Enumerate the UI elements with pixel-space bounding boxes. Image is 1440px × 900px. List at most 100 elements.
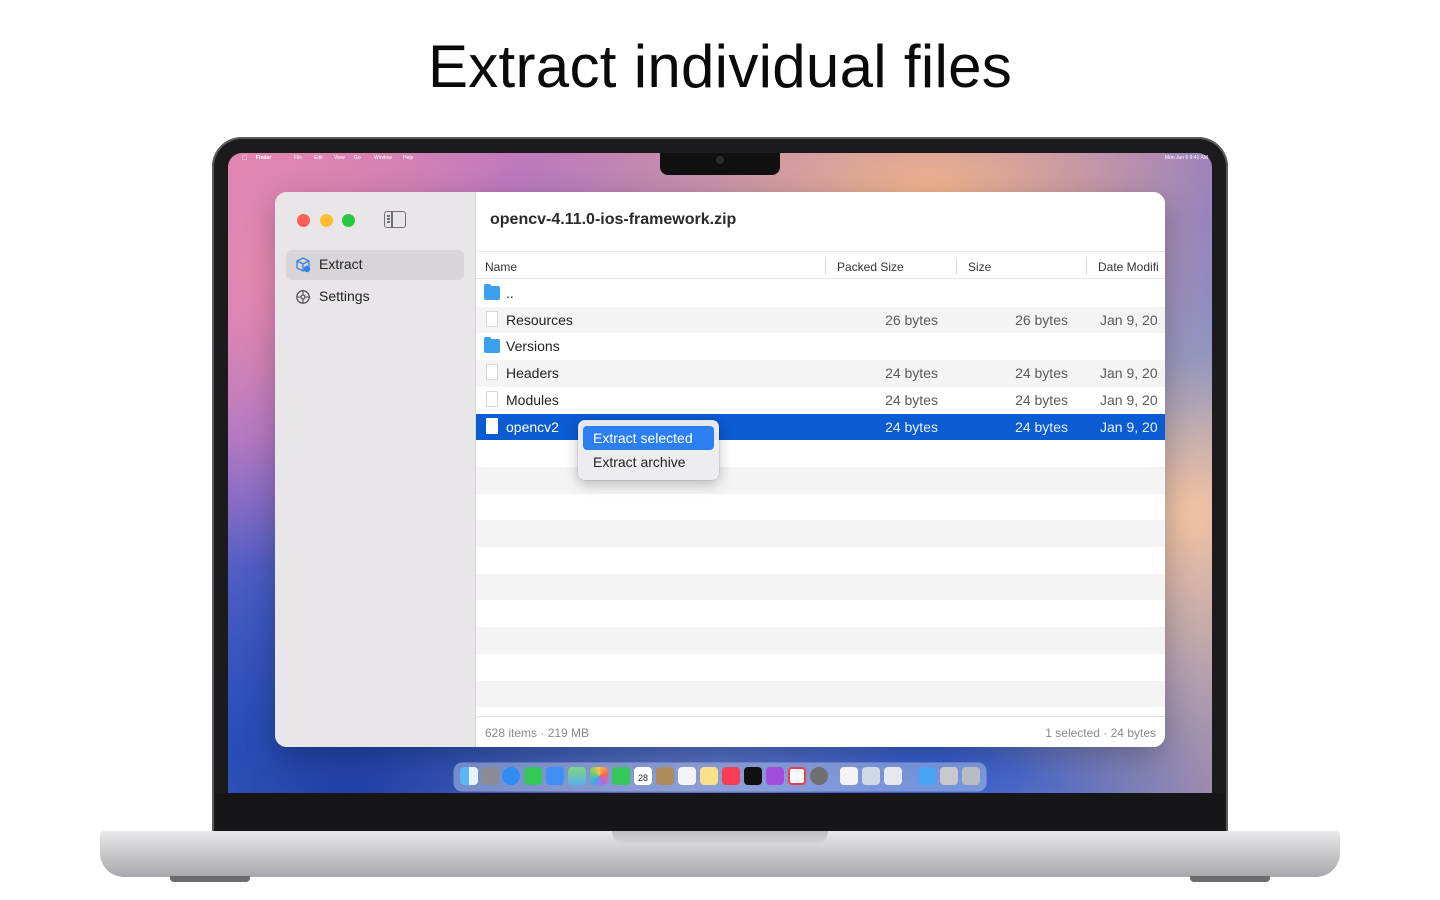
sidebar-item-label: Settings: [319, 288, 370, 304]
menu-window[interactable]: Window: [374, 155, 392, 161]
laptop-foot: [170, 876, 250, 882]
file-list: .. Resources 26 bytes 26 bytes Jan 9, 20…: [476, 280, 1165, 716]
close-button[interactable]: [297, 214, 310, 227]
music-icon[interactable]: [722, 767, 740, 785]
messages-icon[interactable]: [524, 767, 542, 785]
app-icon[interactable]: [884, 767, 902, 785]
date-modified: Jan 9, 20: [1100, 391, 1158, 408]
table-row[interactable]: Modules 24 bytes 24 bytes Jan 9, 20: [476, 387, 1165, 414]
sidebar-item-settings[interactable]: Settings: [286, 282, 464, 312]
file-icon: [486, 417, 498, 434]
row-stripe: [476, 627, 1165, 654]
date-modified: Jan 9, 20: [1100, 311, 1158, 328]
apple-icon[interactable]: : [242, 155, 247, 162]
finder-icon[interactable]: [460, 767, 478, 785]
mail-icon[interactable]: [546, 767, 564, 785]
folder-icon: [484, 337, 500, 354]
packed-size: 24 bytes: [885, 365, 938, 382]
file-icon: [486, 310, 498, 327]
folder-icon: [484, 284, 500, 300]
window-title: opencv-4.11.0-ios-framework.zip: [490, 211, 737, 228]
menu-go[interactable]: Go: [354, 155, 361, 161]
extract-icon: [296, 257, 311, 273]
laptop-foot: [1190, 876, 1270, 882]
app-window: Extract Settings opencv-4.11.0-ios-frame…: [275, 192, 1165, 747]
archive-icon[interactable]: [940, 767, 958, 785]
laptop-chin: [215, 793, 1225, 833]
camera-icon: [716, 156, 724, 164]
safari-icon[interactable]: [502, 767, 520, 785]
column-name[interactable]: Name: [485, 260, 517, 274]
file-size: 26 bytes: [1015, 311, 1068, 328]
menu-help[interactable]: Help: [403, 155, 413, 161]
extract-archive-menu-item[interactable]: Extract archive: [583, 450, 714, 474]
tv-icon[interactable]: [744, 767, 762, 785]
file-icon: [486, 364, 498, 381]
status-bar: 628 items · 219 MB 1 selected · 24 bytes: [476, 716, 1165, 747]
news-icon[interactable]: [788, 767, 806, 785]
column-divider[interactable]: [825, 258, 826, 274]
packed-size: 24 bytes: [885, 391, 938, 408]
column-size[interactable]: Size: [968, 260, 991, 274]
extract-selected-menu-item[interactable]: Extract selected: [583, 426, 714, 450]
preview-icon[interactable]: [862, 767, 880, 785]
file-size: 24 bytes: [1015, 365, 1068, 382]
file-name: Versions: [506, 338, 560, 355]
launchpad-icon[interactable]: [481, 767, 499, 785]
zoom-button[interactable]: [342, 214, 355, 227]
maps-icon[interactable]: [568, 767, 586, 785]
dock: 28: [454, 763, 986, 791]
item-count: 628 items · 219 MB: [485, 726, 590, 740]
sidebar: Extract Settings: [275, 192, 476, 747]
selection-summary: 1 selected · 24 bytes: [1045, 726, 1156, 740]
column-header: Name Packed Size Size Date Modifi: [476, 251, 1165, 279]
podcasts-icon[interactable]: [766, 767, 784, 785]
sidebar-item-label: Extract: [319, 256, 363, 272]
menu-view[interactable]: View: [334, 155, 345, 161]
row-stripe: [476, 520, 1165, 547]
folder-icon[interactable]: [918, 767, 936, 785]
calendar-icon[interactable]: 28: [634, 767, 652, 785]
file-name: Headers: [506, 365, 559, 382]
file-size: 24 bytes: [1015, 391, 1068, 408]
laptop-opening-notch: [612, 831, 828, 845]
facetime-icon[interactable]: [612, 767, 630, 785]
reminders-icon[interactable]: [678, 767, 696, 785]
column-packed-size[interactable]: Packed Size: [837, 260, 904, 274]
packed-size: 24 bytes: [885, 418, 938, 435]
menu-file[interactable]: File: [294, 155, 302, 161]
column-divider[interactable]: [956, 258, 957, 274]
table-row[interactable]: Versions: [476, 333, 1165, 360]
file-size: 24 bytes: [1015, 418, 1068, 435]
headline: Extract individual files: [427, 33, 1013, 100]
notes-icon[interactable]: [700, 767, 718, 785]
packed-size: 26 bytes: [885, 311, 938, 328]
column-date-modified[interactable]: Date Modifi: [1098, 260, 1159, 274]
file-icon: [486, 390, 498, 407]
row-stripe: [476, 680, 1165, 708]
context-menu: Extract selected Extract archive: [578, 420, 719, 480]
date-modified: Jan 9, 20: [1100, 365, 1158, 382]
date-modified: Jan 9, 20: [1100, 418, 1158, 435]
file-name: opencv2: [506, 418, 559, 435]
contacts-icon[interactable]: [656, 767, 674, 785]
settings-icon[interactable]: [810, 767, 828, 785]
column-divider[interactable]: [1086, 258, 1087, 274]
sidebar-toggle-icon[interactable]: [384, 211, 406, 228]
trash-icon[interactable]: [962, 767, 980, 785]
file-name: Resources: [506, 311, 573, 328]
menu-app-name[interactable]: Finder: [256, 155, 271, 161]
row-stripe: [476, 573, 1165, 601]
textedit-icon[interactable]: [840, 767, 858, 785]
menu-edit[interactable]: Edit: [314, 155, 323, 161]
table-row[interactable]: Resources 26 bytes 26 bytes Jan 9, 20: [476, 306, 1165, 334]
table-row[interactable]: Headers 24 bytes 24 bytes Jan 9, 20: [476, 360, 1165, 387]
table-row[interactable]: ..: [476, 280, 1165, 307]
photos-icon[interactable]: [590, 767, 608, 785]
minimize-button[interactable]: [320, 214, 333, 227]
menu-clock[interactable]: Mon Jun 6 9:41 AM: [1165, 155, 1208, 161]
sidebar-item-extract[interactable]: Extract: [286, 250, 464, 280]
file-name: Modules: [506, 391, 559, 408]
file-name: ..: [506, 285, 514, 301]
settings-icon: [296, 290, 310, 304]
